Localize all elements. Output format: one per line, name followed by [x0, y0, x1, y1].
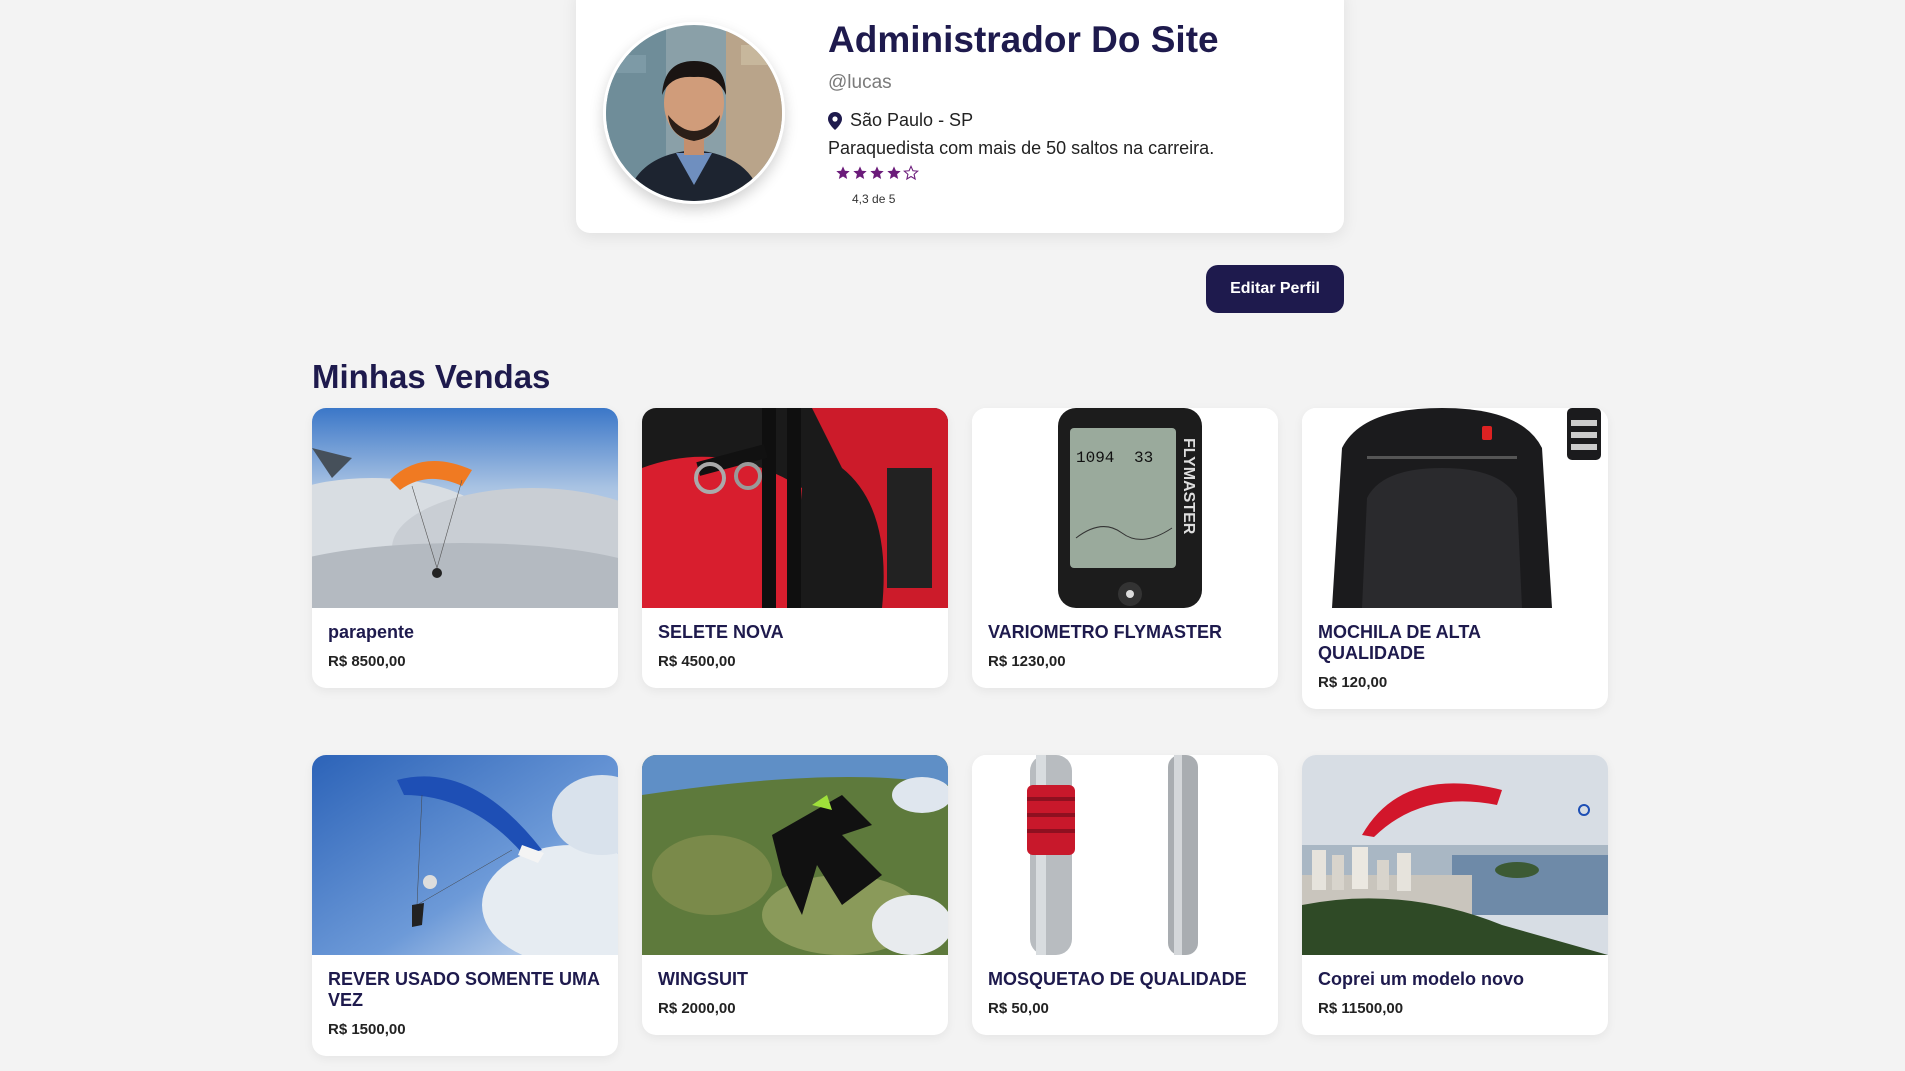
product-image: 1094 33 FLYMASTER	[972, 408, 1278, 608]
product-title: Coprei um modelo novo	[1318, 969, 1525, 989]
avatar-image	[606, 25, 782, 201]
avatar	[603, 22, 785, 204]
profile-bio: Paraquedista com mais de 50 saltos na ca…	[828, 138, 1215, 158]
rating-stars	[835, 165, 919, 181]
product-card[interactable]: MOCHILA DE ALTA QUALIDADE R$ 120,00	[1302, 408, 1608, 709]
rating-text: 4,3 de 5	[852, 192, 896, 206]
profile-location: São Paulo - SP	[828, 110, 973, 131]
product-card[interactable]: REVER USADO SOMENTE UMA VEZ R$ 1500,00	[312, 755, 618, 1056]
product-card[interactable]: Coprei um modelo novo R$ 11500,00	[1302, 755, 1608, 1035]
product-title: MOSQUETAO DE QUALIDADE	[988, 969, 1247, 989]
product-price: R$ 1500,00	[328, 1021, 406, 1038]
product-price: R$ 4500,00	[658, 653, 736, 670]
product-image	[312, 755, 618, 955]
section-title: Minhas Vendas	[312, 358, 551, 395]
product-title: VARIOMETRO FLYMASTER	[988, 622, 1223, 642]
product-title: REVER USADO SOMENTE UMA VEZ	[328, 969, 600, 1010]
location-text: São Paulo - SP	[850, 110, 974, 130]
profile-card: Administrador Do Site @lucas São Paulo -…	[576, 0, 1344, 233]
svg-text:1094: 1094	[1076, 449, 1114, 467]
star-full-icon	[870, 166, 884, 179]
product-card[interactable]: parapente R$ 8500,00	[312, 408, 618, 688]
map-pin-icon	[828, 111, 842, 130]
product-card[interactable]: SELETE NOVA R$ 4500,00	[642, 408, 948, 688]
product-image	[642, 755, 948, 955]
product-price: R$ 120,00	[1318, 674, 1388, 691]
star-full-icon	[836, 166, 850, 179]
profile-name: Administrador Do Site	[828, 19, 1219, 60]
product-title: parapente	[328, 622, 415, 642]
product-title: MOCHILA DE ALTA QUALIDADE	[1318, 622, 1481, 663]
product-price: R$ 50,00	[988, 1000, 1049, 1017]
star-empty-icon	[903, 165, 919, 181]
product-price: R$ 11500,00	[1318, 1000, 1404, 1017]
product-title: SELETE NOVA	[658, 622, 784, 642]
star-full-icon	[853, 166, 867, 179]
star-full-icon	[887, 166, 901, 179]
product-image	[312, 408, 618, 608]
product-image	[972, 755, 1278, 955]
svg-text:33: 33	[1134, 449, 1153, 467]
edit-profile-button[interactable]: Editar Perfil	[1206, 265, 1344, 313]
product-image	[642, 408, 948, 608]
profile-handle: @lucas	[828, 72, 892, 93]
product-card[interactable]: WINGSUIT R$ 2000,00	[642, 755, 948, 1035]
product-image	[1302, 408, 1608, 608]
product-card[interactable]: 1094 33 FLYMASTER VARIOMETRO FLYMASTER R…	[972, 408, 1278, 688]
product-card[interactable]: MOSQUETAO DE QUALIDADE R$ 50,00	[972, 755, 1278, 1035]
product-price: R$ 1230,00	[988, 653, 1066, 670]
product-price: R$ 8500,00	[328, 653, 406, 670]
product-image	[1302, 755, 1608, 955]
product-title: WINGSUIT	[658, 969, 748, 989]
svg-text:FLYMASTER: FLYMASTER	[1180, 438, 1197, 535]
product-price: R$ 2000,00	[658, 1000, 736, 1017]
